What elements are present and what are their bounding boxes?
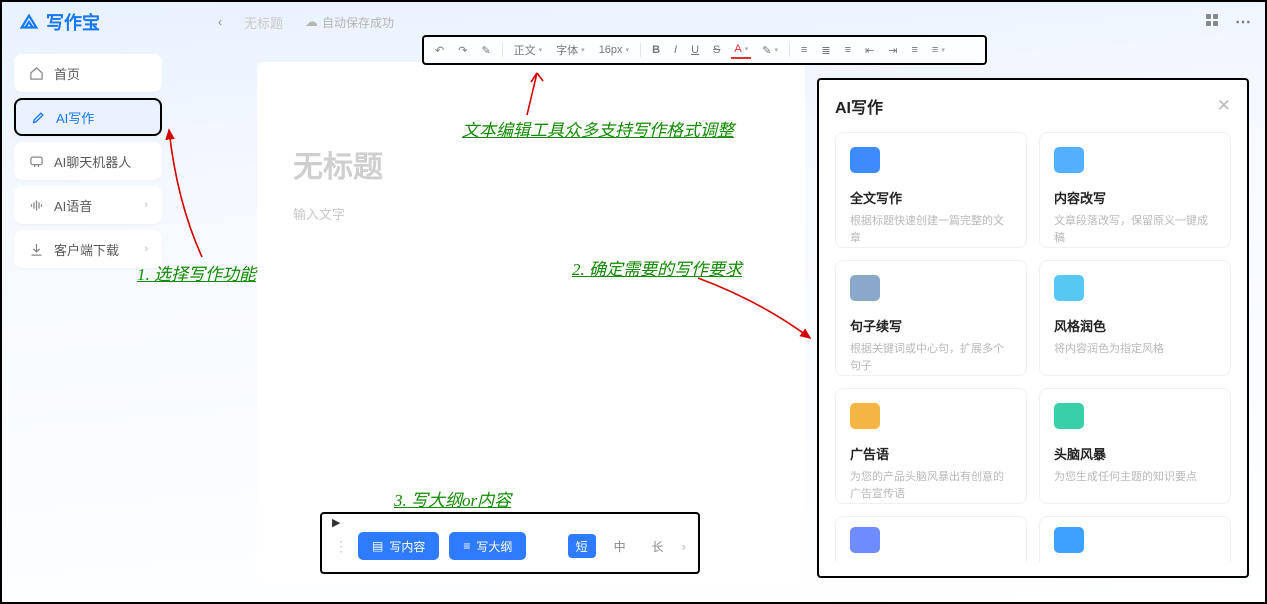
text-color-button[interactable]: A▾ (731, 41, 751, 59)
document-title-input[interactable]: 无标题 (293, 142, 769, 186)
font-family-select[interactable]: 字体▾ (553, 40, 588, 60)
align-center-button[interactable]: ≣ (818, 42, 833, 59)
ai-card-7[interactable] (1039, 516, 1231, 562)
chat-icon (28, 154, 44, 169)
sidebar-item-label: AI写作 (56, 108, 94, 127)
length-mid-button[interactable]: 中 (606, 534, 634, 558)
autosave-status: ☁ 自动保存成功 (305, 14, 394, 31)
ai-card-title: 全文写作 (850, 188, 1012, 207)
ai-card-desc: 为您生成任何主题的知识要点 (1054, 469, 1216, 486)
ai-card-6[interactable] (835, 516, 1027, 562)
ai-card-desc: 根据标题快速创建一篇完整的文章 (850, 213, 1012, 246)
ai-card-desc: 根据关键词或中心句，扩展多个句子 (850, 341, 1012, 374)
nav-back-button[interactable]: ‹ (210, 11, 230, 33)
write-outline-button[interactable]: ≡ 写大纲 (449, 532, 526, 560)
doc-icon: ▤ (372, 539, 383, 553)
indent-inc-button[interactable]: ⇥ (885, 42, 900, 59)
unordered-list-button[interactable]: ≡▾ (929, 42, 948, 58)
breadcrumb: 无标题 (244, 13, 283, 32)
app-logo: 写作宝 (18, 9, 100, 35)
sidebar-item-home[interactable]: 首页 (14, 54, 162, 92)
ai-card-5[interactable]: 头脑风暴为您生成任何主题的知识要点 (1039, 388, 1231, 504)
home-icon (28, 66, 44, 81)
feature-icon (1054, 403, 1084, 429)
ai-card-0[interactable]: 全文写作根据标题快速创建一篇完整的文章 (835, 132, 1027, 248)
ai-card-desc: 文章段落改写，保留原义一键成稿 (1054, 213, 1216, 246)
close-icon[interactable]: ✕ (1217, 96, 1231, 116)
editor-toolbar: ↶ ↷ ✎ 正文▾ 字体▾ 16px▾ B I U S A▾ ✎▾ ≡ ≣ ≡ … (422, 35, 987, 65)
chevron-right-icon: › (144, 243, 148, 255)
sidebar-item-label: 首页 (54, 64, 80, 83)
cloud-icon: ☁ (305, 14, 318, 30)
feature-icon (1054, 147, 1084, 173)
logo-icon (18, 11, 40, 33)
feature-icon (1054, 275, 1084, 301)
write-content-button[interactable]: ▤ 写内容 (358, 532, 439, 560)
ai-panel: AI写作 ✕ 全文写作根据标题快速创建一篇完整的文章内容改写文章段落改写，保留原… (817, 78, 1249, 578)
align-left-button[interactable]: ≡ (798, 42, 810, 58)
sidebar-item-download[interactable]: 客户端下载 › (14, 230, 162, 268)
ai-card-title: 头脑风暴 (1054, 444, 1216, 463)
font-size-select[interactable]: 16px▾ (596, 42, 632, 58)
chevron-right-icon: › (144, 199, 148, 211)
ai-card-title: 广告语 (850, 444, 1012, 463)
ai-card-desc: 将内容润色为指定风格 (1054, 341, 1216, 358)
undo-button[interactable]: ↶ (432, 42, 447, 59)
italic-button[interactable]: I (671, 42, 680, 58)
compose-action-bar: ▶ ⋮ ▤ 写内容 ≡ 写大纲 短 中 长 › (320, 512, 700, 574)
ai-card-title: 内容改写 (1054, 188, 1216, 207)
sidebar-item-ai-chat[interactable]: AI聊天机器人 (14, 142, 162, 180)
align-right-button[interactable]: ≡ (842, 42, 854, 58)
ordered-list-button[interactable]: ≡ (908, 42, 920, 58)
arrow-1 (157, 122, 227, 262)
sidebar-item-label: AI语音 (54, 196, 92, 215)
feature-icon (850, 275, 880, 301)
highlight-button[interactable]: ✎▾ (759, 42, 781, 59)
bold-button[interactable]: B (649, 42, 663, 58)
feature-icon (850, 527, 880, 553)
ai-card-2[interactable]: 句子续写根据关键词或中心句，扩展多个句子 (835, 260, 1027, 376)
document-editor[interactable]: 无标题 输入文字 (257, 62, 805, 582)
ai-card-title: 句子续写 (850, 316, 1012, 335)
pen-icon (30, 110, 46, 125)
strike-button[interactable]: S (710, 42, 723, 58)
indent-dec-button[interactable]: ⇤ (862, 42, 877, 59)
ai-card-3[interactable]: 风格润色将内容润色为指定风格 (1039, 260, 1231, 376)
ai-card-title: 风格润色 (1054, 316, 1216, 335)
ai-card-4[interactable]: 广告语为您的产品头脑风暴出有创意的广告宣传语 (835, 388, 1027, 504)
next-button[interactable]: › (682, 539, 686, 554)
ai-card-desc: 为您的产品头脑风暴出有创意的广告宣传语 (850, 469, 1012, 502)
list-icon: ≡ (463, 539, 470, 553)
sidebar-item-label: 客户端下载 (54, 240, 119, 259)
format-paint-button[interactable]: ✎ (478, 42, 493, 59)
play-icon[interactable]: ▶ (332, 516, 340, 529)
document-body-input[interactable]: 输入文字 (293, 204, 769, 223)
ai-card-1[interactable]: 内容改写文章段落改写，保留原义一键成稿 (1039, 132, 1231, 248)
text-style-select[interactable]: 正文▾ (511, 40, 546, 60)
underline-button[interactable]: U (688, 42, 702, 58)
length-short-button[interactable]: 短 (568, 534, 596, 558)
download-icon (28, 242, 44, 257)
length-long-button[interactable]: 长 (644, 534, 672, 558)
sidebar-item-label: AI聊天机器人 (54, 152, 131, 171)
apps-grid-icon[interactable] (1205, 13, 1219, 31)
ai-panel-title: AI写作 (835, 94, 883, 118)
drag-handle-icon[interactable]: ⋮ (334, 538, 348, 555)
redo-button[interactable]: ↷ (455, 42, 470, 59)
sidebar-item-ai-voice[interactable]: AI语音 › (14, 186, 162, 224)
feature-icon (850, 147, 880, 173)
sidebar-item-ai-write[interactable]: AI写作 (14, 98, 162, 136)
voice-icon (28, 198, 44, 213)
more-icon[interactable]: ⋯ (1235, 12, 1251, 32)
feature-icon (850, 403, 880, 429)
feature-icon (1054, 527, 1084, 553)
sidebar: 首页 AI写作 AI聊天机器人 AI语音 › 客户端下载 › (14, 54, 162, 268)
app-name: 写作宝 (46, 9, 100, 35)
